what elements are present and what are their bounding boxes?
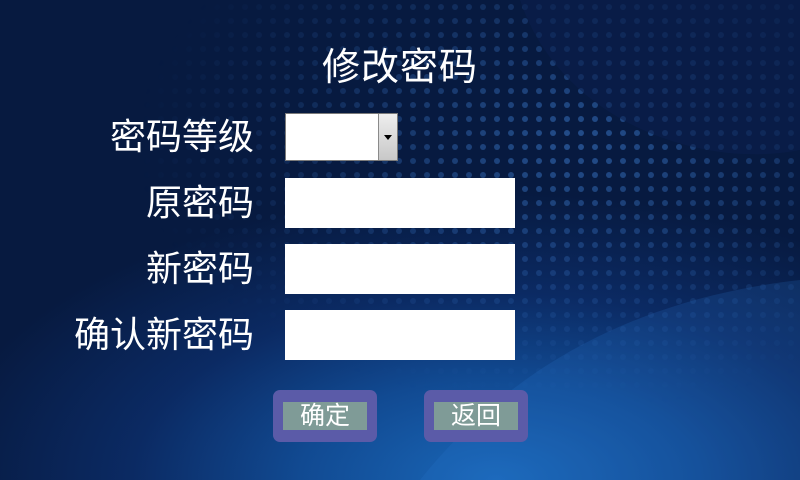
password-level-label: 密码等级 bbox=[109, 117, 254, 158]
old-password-label: 原密码 bbox=[145, 183, 254, 224]
back-button-label: 返回 bbox=[434, 402, 518, 430]
confirm-button[interactable]: 确定 bbox=[273, 390, 377, 442]
old-password-input[interactable] bbox=[285, 178, 515, 228]
new-password-label: 新密码 bbox=[145, 249, 254, 290]
confirm-password-input[interactable] bbox=[285, 310, 515, 360]
confirm-password-label: 确认新密码 bbox=[73, 315, 254, 356]
page-title: 修改密码 bbox=[321, 45, 478, 89]
chevron-down-icon[interactable] bbox=[378, 114, 397, 160]
back-button[interactable]: 返回 bbox=[424, 390, 528, 442]
new-password-input[interactable] bbox=[285, 244, 515, 294]
password-level-select[interactable] bbox=[285, 113, 398, 161]
confirm-button-label: 确定 bbox=[283, 402, 367, 430]
